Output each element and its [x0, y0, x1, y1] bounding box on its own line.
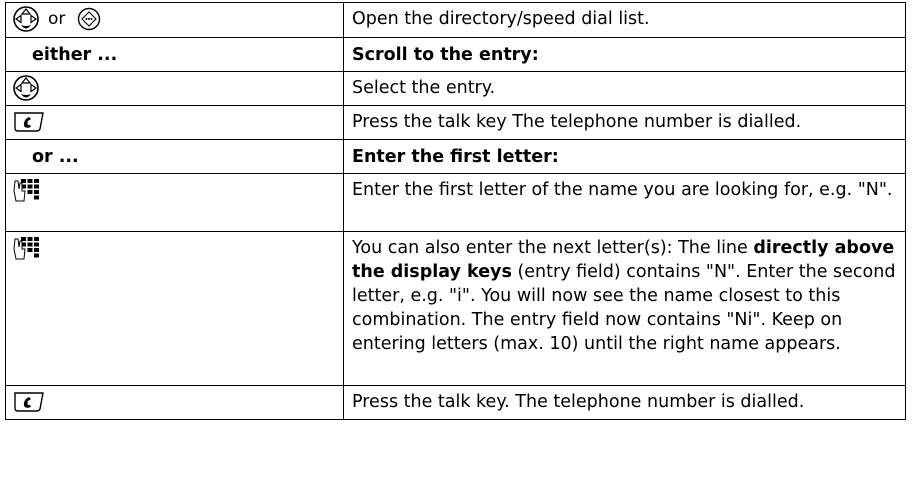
- keypad-icon: [12, 177, 42, 203]
- table-row: either ... Scroll to the entry:: [5, 37, 906, 72]
- talk-key-icon: [12, 110, 46, 134]
- table-row: or ... Enter the first letter:: [5, 139, 906, 174]
- description-cell: Enter the first letter of the name you a…: [343, 173, 906, 232]
- table-row: Select the entry.: [5, 71, 906, 106]
- description-text: You can also enter the next letter(s): T…: [352, 238, 754, 258]
- section-label-or: or ...: [5, 139, 344, 174]
- key-cell: or: [5, 2, 344, 38]
- navigation-key-icon: [12, 6, 40, 32]
- table-row: Press the talk key. The telephone number…: [5, 385, 906, 420]
- table-row: or Open the directory/speed dial list.: [5, 2, 906, 38]
- instruction-table: or Open the directory/speed dial list. e…: [5, 2, 906, 420]
- key-cell: [5, 173, 344, 232]
- key-cell: [5, 105, 344, 140]
- description-cell: Open the directory/speed dial list.: [343, 2, 906, 38]
- table-row: Press the talk key The telephone number …: [5, 105, 906, 140]
- section-title-first-letter: Enter the first letter:: [343, 139, 906, 174]
- table-row: You can also enter the next letter(s): T…: [5, 231, 906, 386]
- navigation-key-icon: [12, 75, 40, 101]
- key-cell: [5, 385, 344, 420]
- key-cell: [5, 231, 344, 386]
- section-title-scroll: Scroll to the entry:: [343, 37, 906, 72]
- menu-key-icon: [77, 7, 101, 31]
- description-cell: Select the entry.: [343, 71, 906, 106]
- table-row: Enter the first letter of the name you a…: [5, 173, 906, 232]
- section-label-either: either ...: [5, 37, 344, 72]
- instruction-page: or Open the directory/speed dial list. e…: [0, 0, 913, 492]
- or-label: or: [48, 9, 66, 29]
- description-cell: Press the talk key. The telephone number…: [343, 385, 906, 420]
- description-cell: You can also enter the next letter(s): T…: [343, 231, 906, 386]
- talk-key-icon: [12, 390, 46, 414]
- key-cell: [5, 71, 344, 106]
- description-cell: Press the talk key The telephone number …: [343, 105, 906, 140]
- keypad-icon: [12, 235, 42, 261]
